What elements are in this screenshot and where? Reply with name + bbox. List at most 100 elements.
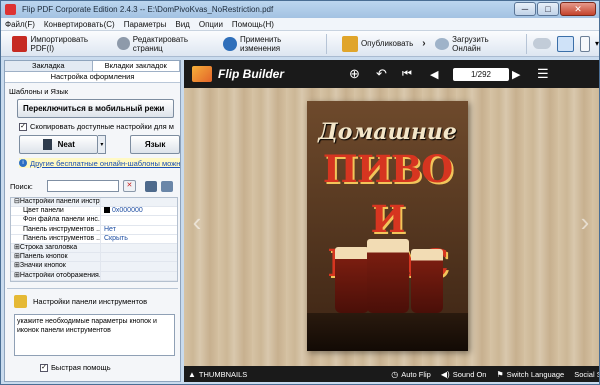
switch-mobile-button[interactable]: Переключиться в мобильный режи bbox=[17, 99, 174, 118]
switch-language-button[interactable]: ⚑ Switch Language bbox=[496, 370, 564, 379]
flip-builder-logo bbox=[192, 66, 212, 82]
property-value[interactable] bbox=[101, 271, 177, 280]
auto-flip-button[interactable]: ◷ Auto Flip bbox=[391, 370, 431, 379]
device-dropdown-icon[interactable]: ▾ bbox=[595, 39, 599, 48]
property-value[interactable] bbox=[101, 216, 177, 224]
property-row[interactable]: ⊞Строка заголовка bbox=[11, 243, 177, 254]
collapse-all-icon[interactable] bbox=[160, 180, 173, 192]
maximize-button[interactable]: □ bbox=[537, 2, 559, 16]
quick-help-checkbox[interactable]: ✓ bbox=[40, 363, 48, 372]
property-key: Фон файла панели инс... bbox=[11, 216, 101, 225]
upload-icon bbox=[434, 37, 450, 50]
property-row[interactable]: Цвет панели 0x000000 bbox=[11, 207, 177, 217]
clear-search-button[interactable]: ✕ bbox=[122, 180, 136, 192]
book-cover[interactable]: Домашние ПИВО И КВАС bbox=[307, 101, 468, 351]
phone-view-icon[interactable] bbox=[580, 35, 590, 52]
menu-help[interactable]: Помощь(H) bbox=[232, 20, 274, 29]
menu-parameters[interactable]: Параметры bbox=[124, 20, 167, 29]
quick-help-label: Быстрая помощь bbox=[51, 363, 111, 372]
property-row[interactable]: Панель инструментов ... Нет bbox=[11, 225, 177, 235]
tab-design-settings[interactable]: Настройка оформления bbox=[5, 72, 180, 83]
quick-help-option[interactable]: ✓ Быстрая помощь bbox=[40, 363, 178, 372]
upload-online-label: Загрузить Онлайн bbox=[452, 34, 489, 53]
theme-row: Neat ▾ Язык bbox=[19, 135, 181, 154]
social-share-label: Social Share bbox=[574, 369, 599, 379]
next-page-icon[interactable]: ▶ bbox=[512, 68, 520, 81]
publish-label: Опубликовать bbox=[360, 39, 414, 48]
first-page-icon[interactable]: ⏮ bbox=[402, 68, 412, 81]
desktop-view-icon[interactable] bbox=[556, 35, 575, 52]
menu-icon[interactable]: ☰ bbox=[537, 66, 549, 82]
publish-button[interactable]: Опубликовать bbox=[339, 34, 416, 54]
auto-flip-label: Auto Flip bbox=[401, 369, 431, 379]
property-row[interactable]: ⊞Настройки отображения... bbox=[11, 271, 177, 281]
property-value[interactable]: Нет bbox=[101, 226, 177, 234]
property-row[interactable]: ⊟Настройки панели инструм... bbox=[11, 198, 177, 208]
chevron-left-icon[interactable]: ‹ bbox=[188, 192, 206, 252]
more-templates-row: i Другие бесплатные онлайн-шаблоны можно… bbox=[19, 158, 180, 168]
cloud-icon[interactable] bbox=[533, 38, 551, 49]
property-key: ⊞Настройки отображения... bbox=[11, 271, 101, 280]
refresh-icon bbox=[223, 36, 237, 51]
prev-page-icon[interactable]: ◀ bbox=[430, 68, 438, 81]
triangle-up-icon: ▲ bbox=[188, 369, 196, 379]
app-window: Flip PDF Corporate Edition 2.4.3 -- E:\D… bbox=[0, 0, 600, 385]
thumbnails-button[interactable]: ▲ THUMBNAILS bbox=[188, 370, 247, 379]
property-value[interactable] bbox=[101, 262, 177, 271]
import-pdf-button[interactable]: Импортировать PDF(I) bbox=[9, 34, 114, 54]
tab-bookmark[interactable]: Закладка bbox=[5, 61, 93, 71]
property-value[interactable]: Скрыть bbox=[101, 235, 177, 243]
property-value[interactable]: 0x000000 bbox=[101, 207, 177, 215]
sound-label: Sound On bbox=[452, 369, 487, 379]
color-swatch[interactable] bbox=[104, 207, 110, 214]
edit-pages-label: Редактировать страниц bbox=[132, 34, 188, 53]
menu-convert[interactable]: Конвертировать(C) bbox=[44, 20, 115, 29]
copy-settings-option[interactable]: ✓ Скопировать доступные настройки для м bbox=[19, 122, 180, 131]
property-row[interactable]: Фон файла панели инс... bbox=[11, 216, 177, 226]
property-key: Панель инструментов ... bbox=[11, 225, 101, 234]
search-label: Поиск: bbox=[10, 181, 33, 191]
minimize-button[interactable]: ─ bbox=[514, 2, 536, 16]
pdf-icon bbox=[12, 35, 28, 52]
property-value[interactable] bbox=[101, 243, 177, 253]
gear-icon bbox=[117, 37, 130, 50]
expand-all-icon[interactable] bbox=[144, 180, 157, 192]
beer-mug-image bbox=[367, 239, 409, 313]
close-button[interactable]: ✕ bbox=[560, 2, 596, 16]
theme-dropdown-button[interactable]: ▾ bbox=[98, 135, 107, 154]
book-cover-bottom bbox=[307, 313, 468, 351]
property-value-text: 0x000000 bbox=[112, 207, 143, 215]
help-title: Настройки панели инструментов bbox=[33, 297, 148, 306]
panel-tabs: Закладка Вкладки закладок bbox=[5, 61, 180, 72]
theme-button[interactable]: Neat bbox=[19, 135, 99, 154]
more-templates-link[interactable]: Другие бесплатные онлайн-шаблоны можно н bbox=[30, 159, 180, 168]
page-number-input[interactable]: 1/292 bbox=[453, 68, 509, 81]
social-share-button[interactable]: Social Share bbox=[574, 370, 599, 379]
menu-options[interactable]: Опции bbox=[199, 20, 223, 29]
toolbar-separator bbox=[526, 33, 528, 54]
property-grid: ⊟Настройки панели инструм...Цвет панели 0… bbox=[10, 197, 178, 282]
tab-bookmark-tabs[interactable]: Вкладки закладок bbox=[92, 61, 180, 71]
property-row[interactable]: ⊞Панель кнопок bbox=[11, 253, 177, 263]
zoom-in-icon[interactable]: ⊕ bbox=[349, 66, 360, 82]
property-row[interactable]: Панель инструментов ... Скрыть bbox=[11, 234, 177, 244]
edit-pages-button[interactable]: Редактировать страниц bbox=[114, 34, 220, 54]
apply-changes-button[interactable]: Применить изменения bbox=[220, 34, 324, 54]
publish-icon bbox=[341, 35, 358, 52]
language-button[interactable]: Язык bbox=[130, 135, 181, 154]
property-value[interactable] bbox=[101, 253, 177, 262]
chevron-right-icon[interactable]: › bbox=[576, 192, 594, 252]
menu-file[interactable]: Файл(F) bbox=[5, 20, 35, 29]
window-controls: ─ □ ✕ bbox=[514, 2, 596, 16]
menu-view[interactable]: Вид bbox=[175, 20, 189, 29]
undo-icon[interactable]: ↶ bbox=[376, 66, 387, 82]
upload-online-button[interactable]: Загрузить Онлайн bbox=[432, 34, 521, 54]
sound-button[interactable]: ◀) Sound On bbox=[441, 370, 487, 379]
window-title: Flip PDF Corporate Edition 2.4.3 -- E:\D… bbox=[22, 5, 274, 14]
property-row[interactable]: ⊞Значки кнопок bbox=[11, 262, 177, 272]
help-description: укажите необходимые параметры кнопок и и… bbox=[14, 314, 175, 356]
property-value[interactable] bbox=[101, 198, 177, 207]
search-input[interactable] bbox=[46, 180, 119, 192]
copy-settings-checkbox[interactable]: ✓ bbox=[19, 122, 27, 131]
book-title-line-1: Домашние bbox=[318, 119, 457, 145]
